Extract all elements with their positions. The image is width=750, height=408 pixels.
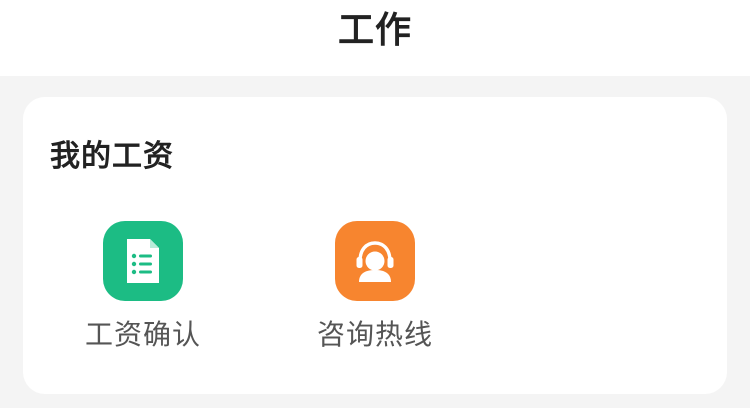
salary-confirm-label: 工资确认: [84, 318, 201, 351]
my-salary-card: 我的工资 工资确认 咨询热线: [23, 97, 727, 394]
work-page: 工作 我的工资 工资确认 咨询热线: [0, 0, 750, 408]
card-title: 我的工资: [50, 139, 174, 174]
page-title: 工作: [337, 10, 412, 51]
customer-service-headset-icon: [335, 221, 415, 301]
consultation-hotline-button[interactable]: 咨询热线: [312, 221, 472, 361]
consultation-hotline-label: 咨询热线: [316, 318, 433, 351]
document-list-icon: [103, 221, 183, 301]
salary-confirm-button[interactable]: 工资确认: [80, 221, 240, 361]
nav-bar: 工作: [0, 0, 750, 76]
